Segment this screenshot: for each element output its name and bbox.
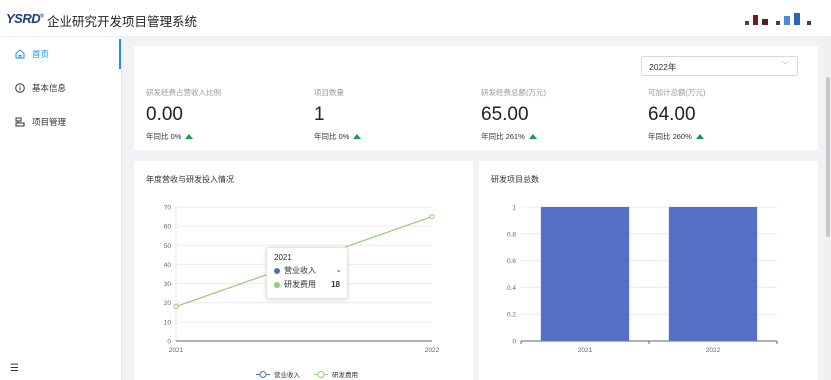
y-tick-label: 0.8 [507,231,516,238]
series-dot-icon [274,281,280,288]
legend-label: 营业收入 [274,370,301,379]
app-logo: YSRD® [6,11,44,26]
scrollbar-thumb[interactable] [826,77,830,237]
bar [668,207,758,341]
chevron-down-icon: ﹀ [781,61,789,70]
y-tick-label: 40 [164,262,172,269]
x-tick-label: 2021 [169,347,184,354]
stat-rd-ratio: 研发经费占营收入比例 0.00 年同比 0% [146,87,221,142]
stat-label: 可加计总额(万元) [648,88,706,97]
page-scrollbar[interactable] [825,37,831,380]
up-arrow-icon [528,134,537,139]
y-tick-label: 50 [164,243,172,250]
up-arrow-icon [695,134,704,139]
stat-label: 研发经费占营收入比例 [146,88,221,97]
stat-label: 项目数量 [314,88,344,97]
year-select-value: 2022年 [649,62,677,72]
y-tick-label: 0 [512,339,516,346]
sidebar-item-label: 基本信息 [32,83,67,93]
sidebar-item-project-management[interactable]: 项目管理 [0,107,121,137]
tooltip-series-value: 18 [331,280,340,289]
sidebar-item-label: 首页 [32,49,50,59]
tooltip-series-value: - [337,266,340,275]
legend-marker [317,371,325,378]
y-tick-label: 70 [164,205,172,212]
stat-project-count: 项目数量 1 年同比 0% [314,87,362,142]
top-header: YSRD® 企业研究开发项目管理系统 [0,0,831,37]
data-point [429,214,435,220]
stats-card: 2022年 ﹀ 研发经费占营收入比例 0.00 年同比 0% 项目数量 1 年同… [134,46,818,150]
stat-value: 1 [314,104,325,125]
user-avatar[interactable] [745,13,811,25]
project-count-chart-card: 研发项目总数 0 0.2 0.4 0.6 0.8 1 2021 2022 [479,161,818,380]
sidebar: 首页 基本信息 项目管理 ☰ [0,37,122,380]
tooltip-row: 营业收入 - [274,265,340,276]
x-tick-label: 2022 [706,347,721,354]
up-arrow-icon [185,134,194,139]
bar-chart: 0 0.2 0.4 0.6 0.8 1 2021 2022 [507,205,778,354]
tooltip-row: 研发费用 18 [274,279,340,290]
tooltip-title: 2021 [274,253,292,262]
stat-yoy: 年同比 0% [314,131,362,142]
sidebar-item-basic-info[interactable]: 基本信息 [0,73,121,103]
sidebar-item-home[interactable]: 首页 [0,39,121,69]
year-select[interactable]: 2022年 ﹀ [641,56,798,76]
project-icon [14,116,26,128]
sidebar-item-label: 项目管理 [32,117,67,127]
stat-rd-total: 研发经费总额(万元) 65.00 年同比 261% [481,87,546,142]
tooltip-series-name: 研发费用 [284,280,316,289]
stat-value: 65.00 [481,104,529,125]
stat-yoy: 年同比 261% [481,131,546,142]
y-tick-label: 0.6 [507,258,516,265]
up-arrow-icon [353,134,362,139]
app-title: 企业研究开发项目管理系统 [47,15,198,29]
y-tick-label: 10 [164,319,172,326]
y-tick-label: 0.4 [507,285,516,292]
x-tick-label: 2022 [425,347,440,354]
chart-tooltip: 2021 营业收入 - 研发费用 18 [266,247,348,299]
y-tick-label: 20 [164,300,172,307]
y-tick-label: 1 [512,205,516,212]
bar [540,207,630,341]
x-tick-label: 2021 [578,347,593,354]
home-icon [14,48,26,60]
legend-marker [259,371,267,378]
stat-value: 64.00 [648,104,696,125]
series-dot-icon [274,267,280,274]
menu-icon[interactable]: ☰ [10,363,19,374]
stat-yoy: 年同比 0% [146,131,221,142]
stat-deductible-total: 可加计总额(万元) 64.00 年同比 260% [648,87,706,142]
data-point [173,304,179,310]
legend-label: 研发费用 [332,370,358,379]
tooltip-series-name: 营业收入 [284,266,316,275]
y-tick-label: 60 [164,224,172,231]
stat-value: 0.00 [146,104,183,125]
y-tick-label: 0.2 [507,312,516,319]
stat-label: 研发经费总额(万元) [481,88,546,97]
y-tick-label: 30 [164,281,172,288]
stat-yoy: 年同比 260% [648,131,706,142]
info-icon [14,82,26,94]
y-tick-label: 0 [167,339,171,346]
